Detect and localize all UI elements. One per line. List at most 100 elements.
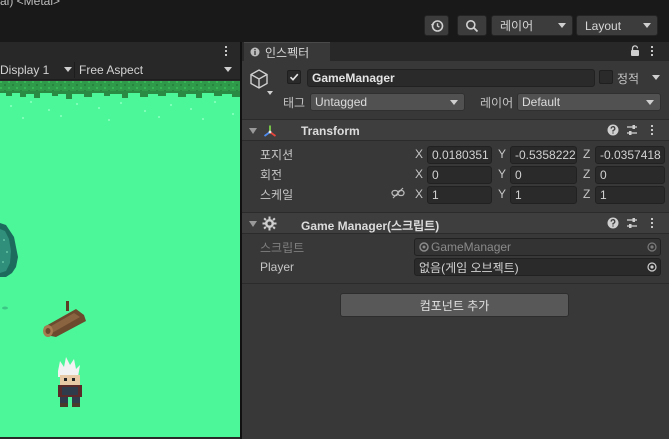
scene-render — [0, 81, 240, 437]
preset-icon[interactable] — [626, 124, 638, 136]
position-z-label: Z — [583, 147, 591, 161]
rotation-y-field[interactable]: 0 — [510, 166, 577, 184]
tag-label: 태그 — [283, 96, 306, 110]
transform-icon — [263, 125, 277, 137]
player-label: Player — [260, 260, 295, 274]
position-y-value: -0.5358222 — [515, 148, 576, 162]
scale-x-field[interactable]: 1 — [427, 186, 492, 204]
rotation-x-label: X — [415, 167, 424, 181]
rotation-z-field[interactable]: 0 — [595, 166, 665, 184]
scale-x-value: 1 — [432, 188, 439, 202]
tag-dropdown[interactable]: Untagged — [310, 93, 465, 111]
constrain-proportions-icon[interactable] — [391, 187, 405, 199]
game-scene[interactable] — [0, 81, 240, 437]
position-z-value: -0.0357418 — [600, 148, 661, 162]
scale-x-label: X — [415, 187, 424, 201]
aspect-dropdown[interactable]: Free Aspect — [79, 60, 234, 80]
scale-y-label: Y — [498, 187, 507, 201]
search-button[interactable] — [457, 15, 487, 36]
info-icon — [250, 47, 260, 57]
scale-z-label: Z — [583, 187, 591, 201]
scale-z-field[interactable]: 1 — [595, 186, 665, 204]
position-y-label: Y — [498, 147, 507, 161]
script-value: GameManager — [431, 240, 512, 254]
history-icon — [430, 19, 443, 32]
foldout-arrow-icon[interactable] — [249, 128, 257, 134]
player-object-field[interactable]: 없음(게임 오브젝트) — [414, 258, 661, 276]
rotation-x-field[interactable]: 0 — [427, 166, 492, 184]
rotation-y-label: Y — [498, 167, 507, 181]
toolbar-divider — [74, 62, 75, 78]
scale-z-value: 1 — [600, 188, 607, 202]
window-title: al) <Metal> — [0, 0, 61, 8]
position-y-field[interactable]: -0.5358222 — [510, 146, 577, 164]
static-label: 정적 — [617, 72, 640, 86]
add-component-button[interactable]: 컴포넌트 추가 — [340, 293, 569, 317]
inspector-more-icon[interactable] — [651, 46, 654, 56]
rotation-y-value: 0 — [515, 168, 522, 182]
position-label: 포지션 — [260, 148, 294, 162]
script-asset-icon — [419, 242, 429, 252]
active-checkbox[interactable] — [287, 70, 301, 84]
script-gear-icon — [262, 216, 277, 231]
game-manager-title-suffix: 스크립트 — [391, 219, 436, 233]
layer-dropdown[interactable]: Default — [517, 93, 661, 111]
layout-dropdown[interactable]: Layout — [576, 15, 658, 36]
game-manager-header[interactable]: Game Manager(스크립트) — [242, 212, 669, 234]
chevron-down-icon — [267, 91, 273, 95]
tab-inspector[interactable]: 인스펙터 — [244, 42, 330, 61]
object-name-value: GameManager — [312, 71, 395, 85]
help-icon[interactable] — [607, 217, 619, 229]
game-manager-title-text: Game Manager( — [301, 219, 392, 233]
aspect-dropdown-label: Free Aspect — [79, 63, 144, 77]
object-picker-icon[interactable] — [647, 262, 657, 272]
static-checkbox[interactable] — [599, 70, 613, 84]
game-view-tabbar — [0, 42, 240, 60]
position-x-value: 0.0180351 — [432, 148, 489, 162]
component-more-icon[interactable] — [651, 125, 654, 135]
gameobject-cube-icon[interactable] — [248, 68, 270, 90]
add-component-label: 컴포넌트 추가 — [419, 298, 490, 313]
tab-inspector-label: 인스펙터 — [265, 45, 310, 60]
game-manager-title-close: ) — [435, 219, 440, 233]
tag-dropdown-value: Untagged — [315, 95, 368, 109]
lock-icon[interactable] — [630, 45, 640, 57]
position-x-field[interactable]: 0.0180351 — [427, 146, 492, 164]
display-dropdown-label: Display 1 — [0, 63, 50, 77]
script-label: 스크립트 — [260, 241, 305, 255]
rotation-z-value: 0 — [600, 168, 607, 182]
object-picker-icon — [647, 242, 657, 252]
search-icon — [466, 19, 479, 32]
layers-dropdown[interactable]: 레이어 — [491, 15, 573, 36]
chevron-down-icon — [64, 67, 72, 72]
help-icon[interactable] — [607, 124, 619, 136]
component-divider — [242, 283, 669, 284]
transform-header[interactable]: Transform — [242, 119, 669, 141]
scale-y-value: 1 — [515, 188, 522, 202]
position-x-label: X — [415, 147, 424, 161]
component-more-icon[interactable] — [651, 218, 654, 228]
game-view-more-icon[interactable] — [225, 46, 228, 56]
layer-label: 레이어 — [480, 96, 514, 110]
display-dropdown[interactable]: Display 1 — [0, 60, 72, 80]
rotation-z-label: Z — [583, 167, 591, 181]
script-field: GameManager — [414, 238, 661, 256]
position-z-field[interactable]: -0.0357418 — [595, 146, 665, 164]
rotation-label: 회전 — [260, 168, 283, 182]
chevron-down-icon — [450, 100, 458, 105]
layer-dropdown-value: Default — [522, 95, 561, 109]
game-manager-title: Game Manager(스크립트) — [301, 217, 439, 234]
static-dropdown-chevron-icon[interactable] — [652, 75, 660, 80]
layout-dropdown-label: Layout — [585, 18, 622, 33]
check-icon — [289, 73, 299, 81]
foldout-arrow-icon[interactable] — [249, 221, 257, 227]
layers-dropdown-label: 레이어 — [500, 19, 534, 33]
scale-label: 스케일 — [260, 188, 294, 202]
scale-y-field[interactable]: 1 — [510, 186, 577, 204]
player-value: 없음(게임 오브젝트) — [419, 260, 519, 275]
object-name-field[interactable]: GameManager — [307, 69, 595, 87]
history-button[interactable] — [424, 15, 449, 36]
transform-title: Transform — [301, 124, 360, 138]
chevron-down-icon — [558, 23, 566, 28]
preset-icon[interactable] — [626, 217, 638, 229]
